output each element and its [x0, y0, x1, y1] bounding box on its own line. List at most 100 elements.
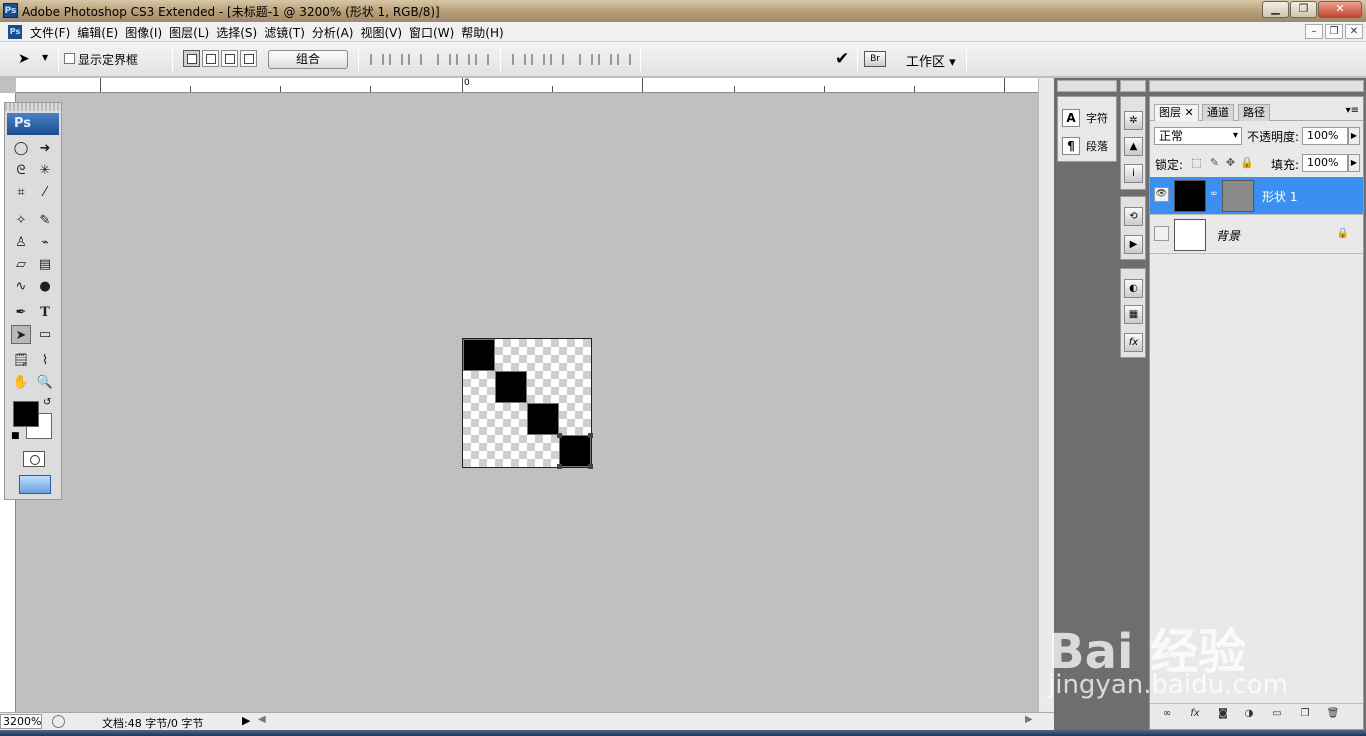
- zoom-tool-icon[interactable]: 🔍: [35, 373, 55, 392]
- default-colors-icon[interactable]: ■: [11, 431, 20, 441]
- status-menu-arrow-icon[interactable]: ▶: [242, 714, 250, 727]
- opacity-slider-arrow-icon[interactable]: ▶: [1348, 127, 1360, 145]
- menu-file[interactable]: 文件(F): [30, 24, 77, 41]
- menu-window[interactable]: 窗口(W): [409, 24, 461, 41]
- healing-brush-tool-icon[interactable]: ✧: [11, 211, 31, 230]
- app-icon[interactable]: Ps: [8, 25, 22, 39]
- layer-row-shape-1[interactable]: 👁 ∞ 形状 1: [1150, 177, 1363, 215]
- opacity-field[interactable]: 100%: [1302, 127, 1348, 145]
- dock-collapse-bar[interactable]: [1057, 80, 1117, 92]
- intersect-shape-mode-button[interactable]: [221, 50, 238, 67]
- blend-mode-select[interactable]: 正常: [1154, 127, 1242, 145]
- tool-preset-dropdown-icon[interactable]: ▼: [42, 53, 48, 62]
- menu-filter[interactable]: 滤镜(T): [264, 24, 312, 41]
- menu-edit[interactable]: 编辑(E): [77, 24, 125, 41]
- menu-layer[interactable]: 图层(L): [169, 24, 216, 41]
- type-tool-icon[interactable]: T: [35, 303, 55, 322]
- swatches-icon[interactable]: ◐: [1124, 279, 1143, 298]
- distribute-bottom-icon[interactable]: [550, 54, 564, 65]
- distribute-right-icon[interactable]: [617, 54, 631, 65]
- distribute-vcenter-icon[interactable]: [531, 54, 545, 65]
- scroll-left-arrow-icon[interactable]: ◀: [258, 714, 266, 725]
- fill-field[interactable]: 100%: [1302, 154, 1348, 172]
- distribute-hcenter-icon[interactable]: [598, 54, 612, 65]
- distribute-left-icon[interactable]: [579, 54, 593, 65]
- shape-square-1[interactable]: [463, 339, 495, 371]
- panel-grip[interactable]: [5, 103, 61, 111]
- align-hcenter-icon[interactable]: [456, 54, 470, 65]
- shape-square-4[interactable]: [559, 435, 591, 467]
- paragraph-panel-button[interactable]: ¶ 段落: [1062, 137, 1108, 155]
- align-right-icon[interactable]: [475, 54, 489, 65]
- minimize-button[interactable]: ▁: [1262, 1, 1289, 18]
- menu-image[interactable]: 图像(I): [125, 24, 169, 41]
- document-canvas[interactable]: [462, 338, 593, 469]
- path-selection-tool-icon[interactable]: ➤: [11, 325, 31, 344]
- clone-stamp-tool-icon[interactable]: ♙: [11, 233, 31, 252]
- menu-help[interactable]: 帮助(H): [461, 24, 510, 41]
- exclude-shape-mode-button[interactable]: [240, 50, 257, 67]
- shape-square-3[interactable]: [527, 403, 559, 435]
- panel-menu-icon[interactable]: ▾≡: [1346, 105, 1359, 116]
- dock-collapse-bar[interactable]: [1149, 80, 1364, 92]
- screen-mode-button[interactable]: [19, 475, 51, 494]
- history-brush-tool-icon[interactable]: ⌁: [35, 233, 55, 252]
- actions-icon[interactable]: ▶: [1124, 235, 1143, 254]
- lock-image-icon[interactable]: ✎: [1208, 156, 1221, 169]
- align-top-icon[interactable]: [370, 54, 384, 65]
- quick-mask-button[interactable]: [23, 451, 45, 467]
- align-vcenter-icon[interactable]: [389, 54, 403, 65]
- blur-tool-icon[interactable]: ∿: [11, 277, 31, 296]
- histogram-icon[interactable]: ▲: [1124, 137, 1143, 156]
- zoom-level-field[interactable]: 3200%: [0, 714, 42, 729]
- bridge-icon[interactable]: Br: [864, 51, 886, 67]
- workspace-dropdown[interactable]: 工作区 ▾: [906, 51, 956, 70]
- fill-slider-arrow-icon[interactable]: ▶: [1348, 154, 1360, 172]
- doc-minimize-button[interactable]: –: [1305, 24, 1323, 39]
- doc-restore-button[interactable]: ❐: [1325, 24, 1343, 39]
- dodge-tool-icon[interactable]: ●: [35, 277, 55, 296]
- anchor-point[interactable]: [588, 433, 593, 438]
- visibility-eye-icon[interactable]: [1154, 226, 1169, 241]
- show-bounding-box-checkbox[interactable]: [64, 53, 75, 64]
- close-button[interactable]: ✕: [1318, 1, 1362, 18]
- anchor-point[interactable]: [588, 464, 593, 469]
- character-panel-button[interactable]: A 字符: [1062, 109, 1108, 127]
- distribute-top-icon[interactable]: [512, 54, 526, 65]
- rectangle-tool-icon[interactable]: ▭: [35, 325, 55, 344]
- dock-collapse-bar[interactable]: [1120, 80, 1146, 92]
- lock-transparency-icon[interactable]: ⬚: [1190, 156, 1203, 169]
- brush-tool-icon[interactable]: ✎: [35, 211, 55, 230]
- doc-close-button[interactable]: ✕: [1345, 24, 1363, 39]
- styles-icon[interactable]: fx: [1124, 333, 1143, 352]
- maximize-button[interactable]: ❐: [1290, 1, 1317, 18]
- lock-all-icon[interactable]: 🔒: [1240, 156, 1254, 169]
- menu-select[interactable]: 选择(S): [216, 24, 264, 41]
- vector-mask-thumbnail[interactable]: [1222, 180, 1254, 212]
- navigator-icon[interactable]: ✲: [1124, 111, 1143, 130]
- slice-tool-icon[interactable]: ⁄: [35, 183, 55, 202]
- align-bottom-icon[interactable]: [408, 54, 422, 65]
- tab-layers[interactable]: 图层 ✕: [1154, 104, 1199, 121]
- add-shape-mode-button[interactable]: [183, 50, 200, 67]
- lock-position-icon[interactable]: ✥: [1224, 156, 1237, 169]
- anchor-point[interactable]: [557, 433, 562, 438]
- path-selection-tool-icon[interactable]: ➤: [18, 51, 30, 67]
- gradient-tool-icon[interactable]: ▤: [35, 255, 55, 274]
- align-left-icon[interactable]: [437, 54, 451, 65]
- scroll-right-arrow-icon[interactable]: ▶: [1025, 714, 1033, 725]
- shape-square-2[interactable]: [495, 371, 527, 403]
- delete-layer-icon[interactable]: 🗑: [1326, 708, 1340, 721]
- status-info-icon[interactable]: [52, 715, 65, 728]
- menu-view[interactable]: 视图(V): [360, 24, 409, 41]
- swap-colors-icon[interactable]: ↺: [43, 397, 51, 408]
- commit-check-icon[interactable]: ✔: [835, 49, 849, 69]
- eyedropper-tool-icon[interactable]: ⌇: [35, 351, 55, 370]
- layer-row-background[interactable]: 背景 🔒: [1150, 216, 1363, 254]
- info-icon[interactable]: i: [1124, 164, 1143, 183]
- hand-tool-icon[interactable]: ✋: [11, 373, 31, 392]
- pen-tool-icon[interactable]: ✒: [11, 303, 31, 322]
- anchor-point[interactable]: [557, 464, 562, 469]
- tab-paths[interactable]: 路径: [1238, 104, 1270, 121]
- history-icon[interactable]: ⟲: [1124, 207, 1143, 226]
